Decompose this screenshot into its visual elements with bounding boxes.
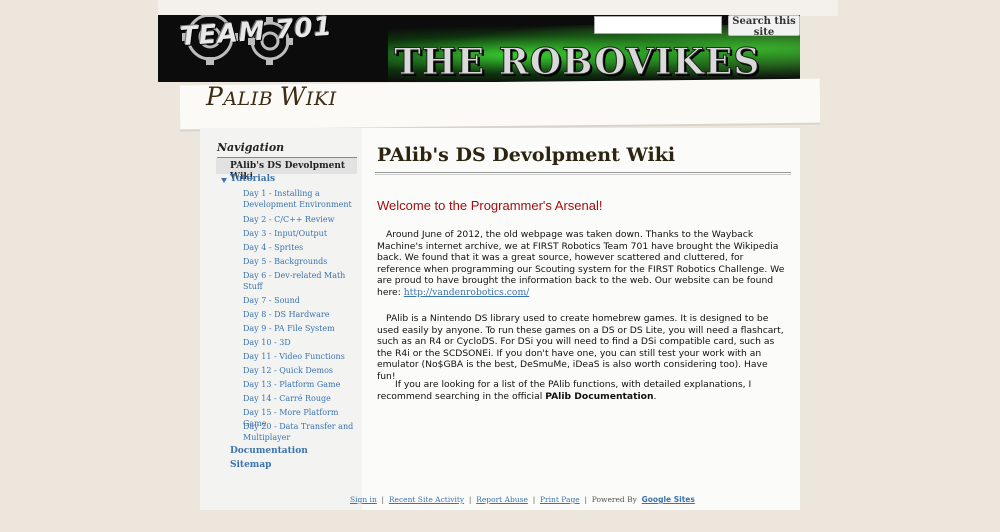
nav-item-day-3[interactable]: Day 3 - Input/Output [243, 228, 327, 239]
nav-item-day-6[interactable]: Day 6 - Dev-related Math Stuff [243, 270, 355, 292]
print-page-link[interactable]: Print Page [540, 495, 580, 504]
report-abuse-link[interactable]: Report Abuse [476, 495, 528, 504]
google-sites-link[interactable]: Google Sites [642, 495, 695, 504]
nav-item-day-13[interactable]: Day 13 - Platform Game [243, 379, 340, 390]
sign-in-link[interactable]: Sign in [350, 495, 377, 504]
nav-item-day-5[interactable]: Day 5 - Backgrounds [243, 256, 327, 267]
footer-sep: | [582, 495, 590, 504]
team-logo-text: TEAM 701 [179, 15, 334, 53]
nav-item-day-2[interactable]: Day 2 - C/C++ Review [243, 214, 334, 225]
title-divider [375, 172, 791, 173]
nav-item-sitemap[interactable]: Sitemap [230, 460, 271, 471]
intro-paragraph: Around June of 2012, the old webpage was… [377, 229, 789, 299]
nav-item-tutorials[interactable]: Tutorials [230, 174, 275, 185]
powered-by-text: Powered By [591, 495, 637, 504]
page-title: PAlib's DS Devolpment Wiki [377, 144, 676, 166]
site-title[interactable]: PALIB WIKI [206, 82, 337, 111]
site-title-p: P [206, 82, 224, 111]
footer-sep: | [530, 495, 538, 504]
nav-item-day-20[interactable]: Day 20 - Data Transfer and Multiplayer [243, 421, 355, 443]
docs-end: . [653, 390, 657, 402]
paper-top [158, 0, 838, 16]
palib-paragraph: PAlib is a Nintendo DS library used to c… [377, 313, 784, 382]
title-divider-shadow [375, 174, 791, 175]
site-title-iki: IKI [305, 88, 337, 110]
nav-item-day-4[interactable]: Day 4 - Sprites [243, 242, 303, 253]
nav-heading: Navigation [217, 141, 285, 154]
welcome-heading: Welcome to the Programmer's Arsenal! [377, 198, 603, 213]
banner-title: THE ROBOVIKES [393, 41, 761, 83]
search-button[interactable]: Search this site [728, 15, 800, 38]
footer-sep: | [379, 495, 387, 504]
nav-item-documentation[interactable]: Documentation [230, 446, 308, 457]
nav-item-day-7[interactable]: Day 7 - Sound [243, 295, 300, 306]
search-input[interactable] [594, 16, 722, 34]
website-link[interactable]: http://vandenrobotics.com/ [404, 287, 530, 298]
nav-item-day-10[interactable]: Day 10 - 3D [243, 337, 291, 348]
nav-item-day-12[interactable]: Day 12 - Quick Demos [243, 365, 333, 376]
site-title-alib: ALIB [223, 88, 280, 110]
palib-docs-bold: PAlib Documentation [545, 390, 654, 402]
recent-activity-link[interactable]: Recent Site Activity [389, 495, 464, 504]
nav-item-day-14[interactable]: Day 14 - Carré Rouge [243, 393, 331, 404]
site-footer: Sign in | Recent Site Activity | Report … [350, 495, 695, 504]
nav-item-day-11[interactable]: Day 11 - Video Functions [243, 351, 345, 362]
nav-item-day-1[interactable]: Day 1 - Installing a Development Environ… [243, 188, 355, 210]
nav-item-day-9[interactable]: Day 9 - PA File System [243, 323, 335, 334]
nav-item-day-8[interactable]: Day 8 - DS Hardware [243, 309, 329, 320]
expand-triangle-icon[interactable] [221, 178, 227, 183]
footer-sep: | [466, 495, 474, 504]
site-title-w: W [279, 82, 306, 111]
docs-paragraph: If you are looking for a list of the PAl… [377, 379, 789, 402]
